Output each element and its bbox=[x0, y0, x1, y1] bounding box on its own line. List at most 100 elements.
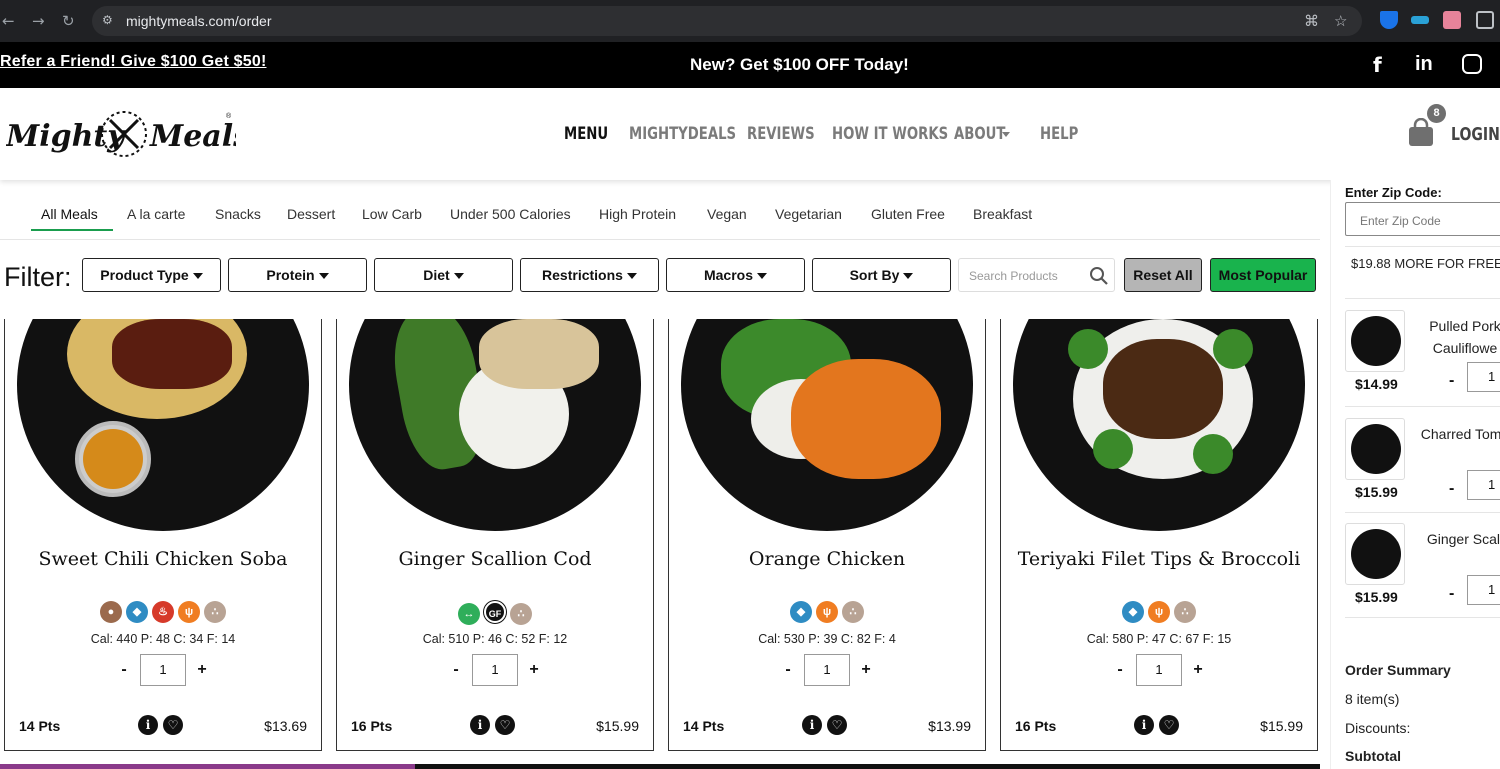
translate-icon[interactable]: ⌘ bbox=[1304, 12, 1319, 30]
promo-headline[interactable]: New? Get $100 OFF Today! bbox=[690, 55, 909, 75]
quantity-input[interactable]: 1 bbox=[140, 654, 186, 686]
decrease-button[interactable]: - bbox=[1449, 585, 1454, 603]
nav-reviews[interactable]: REVIEWS bbox=[747, 124, 815, 144]
tab-high-protein[interactable]: High Protein bbox=[599, 206, 676, 222]
reload-icon[interactable]: ↻ bbox=[62, 12, 75, 30]
decrease-button[interactable]: - bbox=[1449, 480, 1454, 498]
info-icon[interactable]: i bbox=[802, 715, 822, 735]
product-card[interactable]: Ginger Scallion Cod ↔ GF ∴ Cal: 510 P: 46 … bbox=[336, 319, 654, 751]
sort-by-dropdown[interactable]: Sort By bbox=[812, 258, 951, 292]
meal-name[interactable]: Sweet Chili Chicken Soba bbox=[5, 548, 321, 570]
linkedin-icon[interactable]: in bbox=[1415, 53, 1433, 76]
quantity-input[interactable]: 1 bbox=[1467, 362, 1500, 392]
heart-icon[interactable]: ♡ bbox=[827, 715, 847, 735]
tab-snacks[interactable]: Snacks bbox=[215, 206, 261, 222]
info-icon[interactable]: i bbox=[470, 715, 490, 735]
quantity-input[interactable]: 1 bbox=[1467, 470, 1500, 500]
meal-name[interactable]: Teriyaki Filet Tips & Broccoli bbox=[1001, 548, 1317, 570]
svg-text:Mighty: Mighty bbox=[6, 119, 127, 154]
tab-gluten-free[interactable]: Gluten Free bbox=[871, 206, 945, 222]
meal-name[interactable]: Orange Chicken bbox=[669, 548, 985, 570]
product-card[interactable]: Sweet Chili Chicken Soba ● ◆ ♨ ψ ∴ Cal: 440 … bbox=[4, 319, 322, 751]
product-type-dropdown[interactable]: Product Type bbox=[82, 258, 221, 292]
login-link[interactable]: LOGIN bbox=[1451, 124, 1500, 145]
referral-link[interactable]: Refer a Friend! Give $100 Get $50! bbox=[0, 53, 266, 71]
decrease-button[interactable]: - bbox=[446, 661, 466, 679]
protein-dropdown[interactable]: Protein bbox=[228, 258, 367, 292]
quantity-input[interactable]: 1 bbox=[1467, 575, 1500, 605]
meal-image[interactable] bbox=[681, 319, 973, 531]
cart-item-name[interactable]: Ginger Scall bbox=[1415, 528, 1500, 550]
nav-about[interactable]: ABOUT bbox=[954, 124, 1005, 144]
meal-image[interactable] bbox=[17, 319, 309, 531]
heart-icon[interactable]: ♡ bbox=[163, 715, 183, 735]
meal-name[interactable]: Ginger Scallion Cod bbox=[337, 548, 653, 570]
tab-dessert[interactable]: Dessert bbox=[287, 206, 335, 222]
site-info-icon[interactable]: ⚙ bbox=[102, 13, 116, 27]
product-card[interactable]: Teriyaki Filet Tips & Broccoli ◆ ψ ∴ Cal: … bbox=[1000, 319, 1318, 751]
most-popular-button[interactable]: Most Popular bbox=[1210, 258, 1316, 292]
increase-button[interactable]: + bbox=[524, 661, 544, 679]
caret-down-icon bbox=[192, 273, 203, 280]
cart-item-price: $14.99 bbox=[1355, 376, 1398, 392]
diet-dropdown[interactable]: Diet bbox=[374, 258, 513, 292]
decrease-button[interactable]: - bbox=[1449, 372, 1454, 390]
nav-menu[interactable]: MENU bbox=[564, 124, 608, 144]
meal-macros: Cal: 440 P: 48 C: 34 F: 14 bbox=[90, 632, 236, 646]
tab-low-carb[interactable]: Low Carb bbox=[362, 206, 422, 222]
cloud-extension-icon[interactable] bbox=[1411, 16, 1429, 24]
bookmark-star-icon[interactable]: ☆ bbox=[1334, 12, 1347, 30]
meal-macros: Cal: 530 P: 39 C: 82 F: 4 bbox=[758, 632, 896, 646]
cart-item-name[interactable]: Charred Toma bbox=[1415, 423, 1500, 445]
screenshot-extension-icon[interactable] bbox=[1443, 11, 1461, 29]
quantity-stepper: -1 + bbox=[5, 654, 321, 686]
instagram-icon[interactable] bbox=[1462, 54, 1482, 74]
heart-icon[interactable]: ♡ bbox=[495, 715, 515, 735]
puzzle-extensions-icon[interactable] bbox=[1476, 11, 1494, 29]
quantity-input[interactable]: 1 bbox=[804, 654, 850, 686]
tab-vegan[interactable]: Vegan bbox=[707, 206, 747, 222]
tab-a-la-carte[interactable]: A la carte bbox=[127, 206, 185, 222]
info-icon[interactable]: i bbox=[1134, 715, 1154, 735]
increase-button[interactable]: + bbox=[856, 661, 876, 679]
zip-code-input[interactable]: Enter Zip Code bbox=[1345, 202, 1500, 236]
search-icon[interactable] bbox=[1089, 266, 1109, 286]
search-products[interactable]: Search Products bbox=[958, 258, 1115, 292]
macros-dropdown[interactable]: Macros bbox=[666, 258, 805, 292]
increase-button[interactable]: + bbox=[1188, 661, 1208, 679]
nav-how-it-works[interactable]: HOW IT WORKS bbox=[832, 124, 948, 144]
shield-extension-icon[interactable] bbox=[1380, 11, 1398, 29]
meal-image[interactable] bbox=[349, 319, 641, 531]
forward-icon[interactable]: → bbox=[32, 12, 45, 30]
address-bar[interactable]: ⚙ mightymeals.com/order ⌘ ☆ bbox=[92, 6, 1362, 36]
restrictions-dropdown[interactable]: Restrictions bbox=[520, 258, 659, 292]
quantity-input[interactable]: 1 bbox=[472, 654, 518, 686]
search-input[interactable]: Search Products bbox=[969, 269, 1058, 283]
quantity-input[interactable]: 1 bbox=[1136, 654, 1182, 686]
nav-help[interactable]: HELP bbox=[1040, 124, 1078, 144]
back-icon[interactable]: ← bbox=[2, 12, 15, 30]
meal-image[interactable] bbox=[1013, 319, 1305, 531]
cart-item-name[interactable]: Pulled Pork Cauliflowe bbox=[1415, 315, 1500, 359]
nav-mightydeals[interactable]: MIGHTYDEALS bbox=[629, 124, 736, 144]
product-type-label: Product Type bbox=[100, 267, 189, 283]
heart-icon[interactable]: ♡ bbox=[1159, 715, 1179, 735]
tab-under-500[interactable]: Under 500 Calories bbox=[450, 206, 571, 222]
info-icon[interactable]: i bbox=[138, 715, 158, 735]
tab-all-meals[interactable]: All Meals bbox=[41, 206, 98, 222]
divider bbox=[1345, 298, 1500, 299]
logo[interactable]: Mighty Meals ® bbox=[6, 108, 236, 160]
reset-all-button[interactable]: Reset All bbox=[1124, 258, 1202, 292]
decrease-button[interactable]: - bbox=[114, 661, 134, 679]
decrease-button[interactable]: - bbox=[1110, 661, 1130, 679]
divider bbox=[1345, 617, 1500, 618]
paleo-icon: ↔ bbox=[458, 603, 480, 625]
shopping-bag-icon[interactable] bbox=[1407, 118, 1435, 146]
protein-label: Protein bbox=[266, 267, 315, 283]
tab-breakfast[interactable]: Breakfast bbox=[973, 206, 1032, 222]
product-card[interactable]: Orange Chicken ◆ ψ ∴ Cal: 530 P: 39 C: 82 … bbox=[668, 319, 986, 751]
decrease-button[interactable]: - bbox=[778, 661, 798, 679]
facebook-icon[interactable]: f bbox=[1373, 53, 1382, 77]
tab-vegetarian[interactable]: Vegetarian bbox=[775, 206, 842, 222]
increase-button[interactable]: + bbox=[192, 661, 212, 679]
